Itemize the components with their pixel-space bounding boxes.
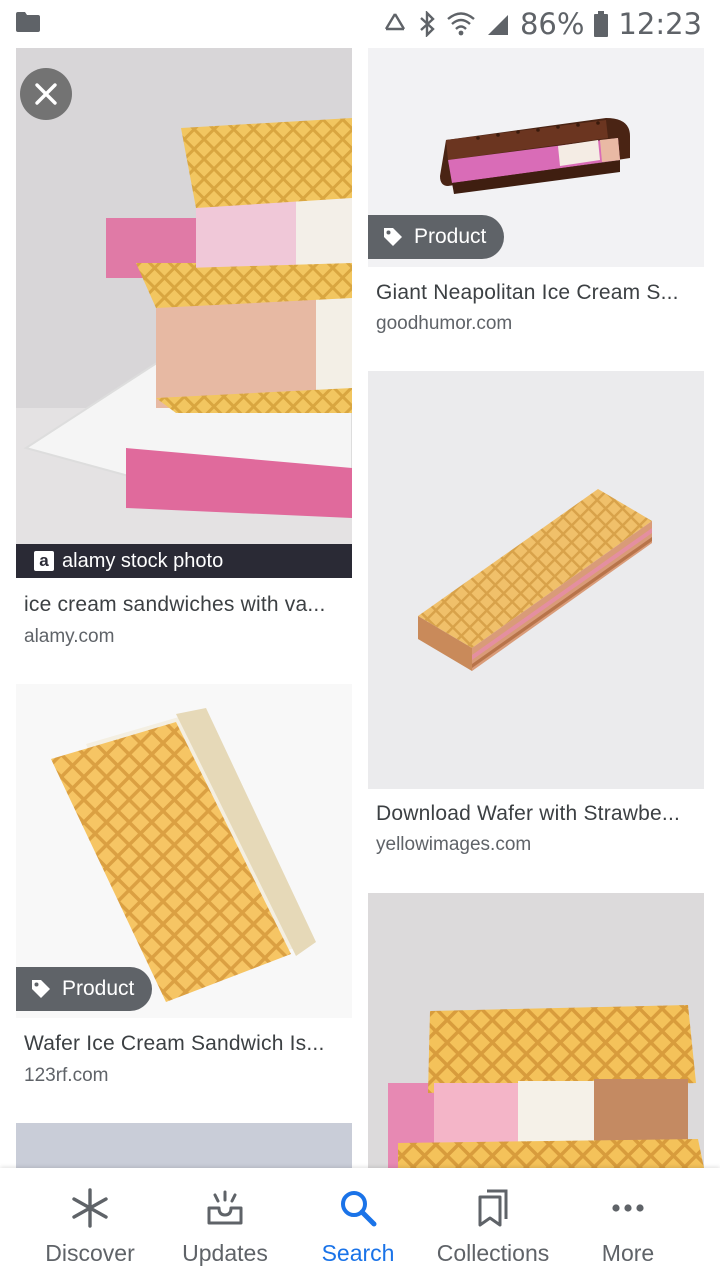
nav-more[interactable]: More bbox=[568, 1168, 688, 1280]
nav-search[interactable]: Search bbox=[298, 1168, 418, 1280]
nav-collections[interactable]: Collections bbox=[425, 1168, 561, 1280]
nav-discover[interactable]: Discover bbox=[30, 1168, 150, 1280]
search-icon bbox=[341, 1191, 377, 1227]
nav-label: Updates bbox=[182, 1240, 268, 1266]
tag-icon bbox=[384, 228, 402, 246]
status-bar: 86% 12:23 bbox=[0, 0, 720, 48]
product-badge: Product bbox=[368, 215, 505, 259]
result-domain: goodhumor.com bbox=[376, 313, 513, 334]
battery-icon bbox=[594, 11, 609, 37]
result-card-partial[interactable] bbox=[368, 893, 704, 1168]
tag-icon bbox=[32, 980, 50, 998]
watermark-bar: a alamy stock photo bbox=[16, 544, 352, 578]
alamy-logo: a bbox=[34, 551, 54, 571]
product-badge: Product bbox=[16, 967, 153, 1011]
result-card-alamy[interactable]: a alamy stock photo ice cream sandwiches… bbox=[16, 48, 352, 658]
nav-label: Discover bbox=[45, 1240, 135, 1266]
result-card-yellowimages[interactable]: Download Wafer with Strawbe... yellowima… bbox=[368, 371, 704, 871]
result-title[interactable]: Download Wafer with Strawbe... bbox=[376, 802, 696, 826]
result-thumbnail[interactable] bbox=[368, 371, 704, 789]
ice-cream-sandwich-image bbox=[16, 48, 352, 578]
result-title[interactable]: ice cream sandwiches with va... bbox=[24, 593, 344, 617]
close-icon bbox=[35, 83, 57, 105]
close-button[interactable] bbox=[20, 68, 72, 120]
recycle-icon bbox=[384, 13, 405, 31]
result-title[interactable]: Wafer Ice Cream Sandwich Is... bbox=[24, 1032, 344, 1056]
inbox-icon bbox=[207, 1190, 243, 1225]
result-thumbnail[interactable]: Product bbox=[368, 48, 704, 267]
result-card-goodhumor[interactable]: Product Giant Neapolitan Ice Cream S... … bbox=[368, 48, 704, 348]
result-card-partial[interactable] bbox=[16, 1123, 352, 1168]
signal-icon bbox=[487, 15, 508, 35]
bookmark-icon bbox=[478, 1189, 508, 1227]
result-domain: 123rf.com bbox=[24, 1065, 109, 1086]
nav-updates[interactable]: Updates bbox=[165, 1168, 285, 1280]
asterisk-icon bbox=[72, 1188, 108, 1228]
result-domain: alamy.com bbox=[24, 626, 115, 647]
result-domain: yellowimages.com bbox=[376, 834, 532, 855]
result-thumbnail[interactable]: Product bbox=[16, 684, 352, 1018]
result-thumbnail[interactable]: a alamy stock photo bbox=[16, 48, 352, 578]
nav-label: More bbox=[601, 1240, 655, 1266]
wafer-image bbox=[368, 371, 704, 789]
product-badge-label: Product bbox=[414, 225, 487, 248]
nav-label: Search bbox=[321, 1240, 395, 1266]
more-horiz-icon bbox=[612, 1204, 644, 1212]
bluetooth-icon bbox=[420, 11, 435, 37]
product-badge-label: Product bbox=[62, 977, 135, 1000]
clock: 12:23 bbox=[618, 7, 702, 41]
result-card-123rf[interactable]: Product Wafer Ice Cream Sandwich Is... 1… bbox=[16, 684, 352, 1094]
nav-label: Collections bbox=[436, 1240, 550, 1266]
ice-cream-sandwich-image bbox=[368, 893, 704, 1168]
result-title[interactable]: Giant Neapolitan Ice Cream S... bbox=[376, 281, 696, 305]
bottom-navigation: Discover Updates Search Collections More bbox=[0, 1168, 720, 1280]
wifi-icon bbox=[447, 12, 475, 36]
battery-level: 86% bbox=[519, 7, 585, 41]
watermark-text: alamy stock photo bbox=[62, 549, 224, 572]
folder-icon bbox=[16, 12, 40, 32]
